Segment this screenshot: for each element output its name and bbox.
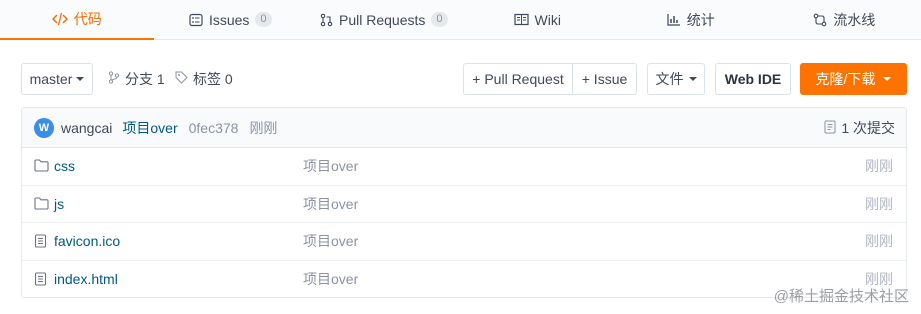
issues-icon: [189, 13, 203, 27]
repo-toolbar: master 分支 1 标签 0 + Pull Request + Issue …: [0, 62, 921, 96]
tab-stats[interactable]: 统计: [614, 0, 768, 39]
tab-issues[interactable]: Issues 0: [154, 0, 308, 39]
file-commit-time: 刚刚: [865, 195, 893, 212]
commit-count-label: 1 次提交: [841, 120, 895, 136]
repo-tab-bar: 代码 Issues 0 Pull Requests 0 Wiki 统计 流水线: [0, 0, 921, 40]
tab-wiki-label: Wiki: [534, 11, 561, 28]
tab-pull-requests[interactable]: Pull Requests 0: [307, 0, 461, 39]
branch-select[interactable]: master: [21, 63, 93, 95]
folder-icon: [34, 159, 49, 172]
clone-download-button[interactable]: 克隆/下载: [800, 63, 907, 95]
branch-icon: [108, 71, 120, 87]
commit-hash[interactable]: 0fec378: [189, 120, 239, 136]
issues-count-badge: 0: [255, 12, 272, 27]
chevron-down-icon: [76, 77, 85, 81]
tab-pipeline-label: 流水线: [833, 11, 876, 28]
file-list-panel: W wangcai 项目over 0fec378 刚刚 1 次提交 css 项目…: [21, 107, 907, 298]
tags-link[interactable]: 标签 0: [175, 62, 233, 96]
branches-link[interactable]: 分支 1: [108, 62, 165, 96]
commit-author[interactable]: wangcai: [61, 120, 112, 136]
branch-select-label: master: [29, 71, 73, 87]
file-icon: [34, 271, 47, 286]
file-commit-message[interactable]: 项目over: [303, 156, 358, 176]
latest-commit-bar: W wangcai 项目over 0fec378 刚刚 1 次提交: [22, 108, 906, 148]
file-commit-message[interactable]: 项目over: [303, 194, 358, 214]
tags-label: 标签 0: [193, 71, 233, 87]
tab-code-label: 代码: [73, 11, 102, 27]
new-pull-request-button[interactable]: + Pull Request: [464, 64, 573, 94]
pull-request-icon: [320, 13, 333, 27]
stats-icon: [667, 13, 681, 26]
file-name[interactable]: index.html: [54, 271, 118, 287]
pull-requests-count-badge: 0: [431, 12, 448, 27]
folder-icon: [34, 196, 49, 210]
file-menu-button[interactable]: 文件: [647, 63, 705, 95]
file-row[interactable]: js 项目over 刚刚: [22, 186, 906, 223]
branches-label: 分支 1: [125, 71, 165, 87]
commit-time: 刚刚: [249, 119, 278, 136]
tag-icon: [175, 71, 188, 87]
file-commit-time: 刚刚: [865, 233, 893, 250]
code-icon: [51, 12, 68, 26]
clone-download-label: 克隆/下载: [815, 71, 876, 87]
file-name[interactable]: favicon.ico: [54, 233, 120, 249]
file-row[interactable]: favicon.ico 项目over 刚刚: [22, 223, 906, 261]
commit-message[interactable]: 项目over: [122, 118, 177, 138]
tab-stats-label: 统计: [686, 11, 715, 28]
commit-count-link[interactable]: 1 次提交: [824, 108, 895, 148]
file-name[interactable]: js: [54, 196, 64, 212]
file-name[interactable]: css: [54, 158, 75, 174]
file-icon: [34, 234, 47, 248]
file-commit-message[interactable]: 项目over: [303, 231, 358, 251]
tab-wiki[interactable]: Wiki: [461, 0, 615, 39]
web-ide-button[interactable]: Web IDE: [715, 63, 791, 95]
file-commit-message[interactable]: 项目over: [303, 269, 358, 289]
pipeline-icon: [813, 13, 827, 27]
tab-code[interactable]: 代码: [0, 0, 154, 40]
tab-pipeline[interactable]: 流水线: [768, 0, 921, 39]
chevron-down-icon: [883, 77, 892, 81]
new-issue-button[interactable]: + Issue: [573, 64, 636, 94]
file-commit-time: 刚刚: [865, 158, 893, 175]
commit-history-icon: [824, 120, 836, 137]
watermark: @稀土掘金技术社区: [773, 288, 909, 305]
wiki-icon: [513, 13, 529, 26]
avatar[interactable]: W: [34, 117, 54, 138]
file-menu-label: 文件: [655, 71, 684, 87]
file-row[interactable]: css 项目over 刚刚: [22, 148, 906, 186]
chevron-down-icon: [688, 77, 697, 81]
tab-issues-label: Issues: [208, 11, 250, 28]
new-actions-group: + Pull Request + Issue: [463, 63, 637, 95]
tab-pull-requests-label: Pull Requests: [338, 11, 426, 28]
